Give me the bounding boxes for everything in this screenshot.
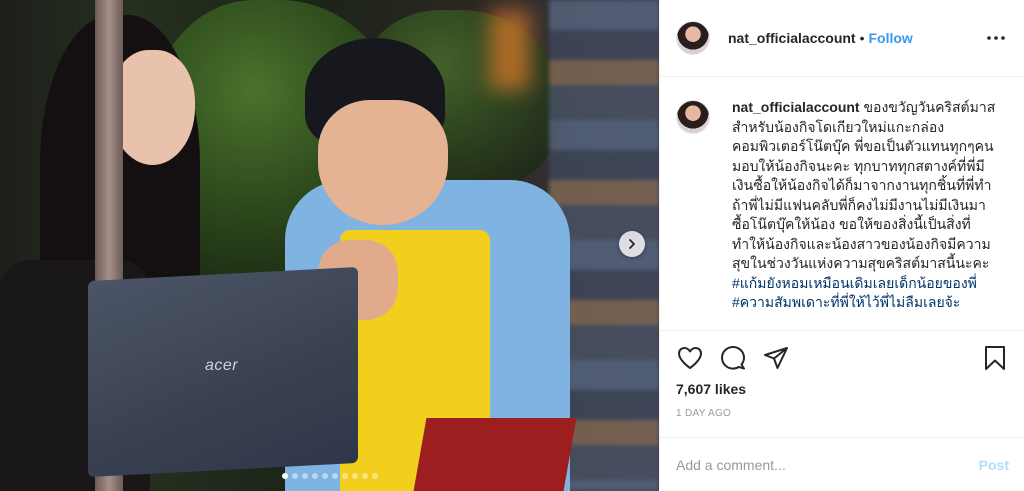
caption-body: ของขวัญวันคริสต์มาสสำหรับน้องกิจโดเกียวใ… [732, 99, 996, 271]
caption-section: nat_officialaccount ของขวัญวันคริสต์มาสส… [660, 78, 1024, 331]
carousel-dot [351, 473, 358, 479]
caption-text: nat_officialaccount ของขวัญวันคริสต์มาสส… [732, 98, 1002, 330]
comment-bar: Post [660, 437, 1024, 491]
post-side-panel: nat_officialaccount • Follow nat_officia… [659, 0, 1024, 491]
follow-button[interactable]: Follow [869, 30, 913, 46]
like-button[interactable] [676, 344, 704, 372]
avatar[interactable] [676, 21, 710, 55]
post-photo[interactable]: acer [0, 0, 659, 491]
chevron-right-icon [629, 239, 635, 249]
carousel-dot [321, 473, 328, 479]
carousel-indicator [0, 473, 659, 479]
laptop-brand-logo: acer [205, 357, 239, 374]
carousel-dot [291, 473, 298, 479]
carousel-dot [281, 473, 288, 479]
photo-light [490, 10, 530, 90]
caption-hashtags[interactable]: #แก้มยังหอมเหมือนเดิมเลยเด็กน้อยของพี่ #… [732, 275, 977, 311]
caption-username[interactable]: nat_officialaccount [732, 99, 860, 115]
post-header: nat_officialaccount • Follow [660, 0, 1024, 77]
carousel-dot [331, 473, 338, 479]
save-button[interactable] [981, 344, 1009, 372]
action-bar [660, 340, 1024, 376]
comment-input[interactable] [676, 456, 979, 473]
share-icon [764, 347, 788, 369]
carousel-dot [361, 473, 368, 479]
carousel-dot [341, 473, 348, 479]
avatar[interactable] [676, 100, 710, 134]
more-options-button[interactable] [984, 26, 1008, 50]
carousel-dot [371, 473, 378, 479]
photo-red-box [413, 418, 577, 491]
header-username[interactable]: nat_officialaccount [728, 30, 856, 46]
header-separator: • [859, 30, 865, 46]
likes-count[interactable]: 7,607 likes [676, 381, 746, 397]
heart-icon [678, 347, 702, 369]
post-comment-button[interactable]: Post [979, 457, 1009, 473]
photo-boy-face [318, 100, 448, 225]
post-timestamp: 1 DAY AGO [676, 408, 732, 419]
more-horizontal-icon [987, 36, 1005, 40]
share-button[interactable] [762, 344, 790, 372]
carousel-dot [301, 473, 308, 479]
carousel-next-button[interactable] [619, 231, 645, 257]
comment-icon [721, 346, 745, 370]
carousel-dot [311, 473, 318, 479]
bookmark-icon [985, 346, 1005, 370]
comment-button[interactable] [719, 344, 747, 372]
